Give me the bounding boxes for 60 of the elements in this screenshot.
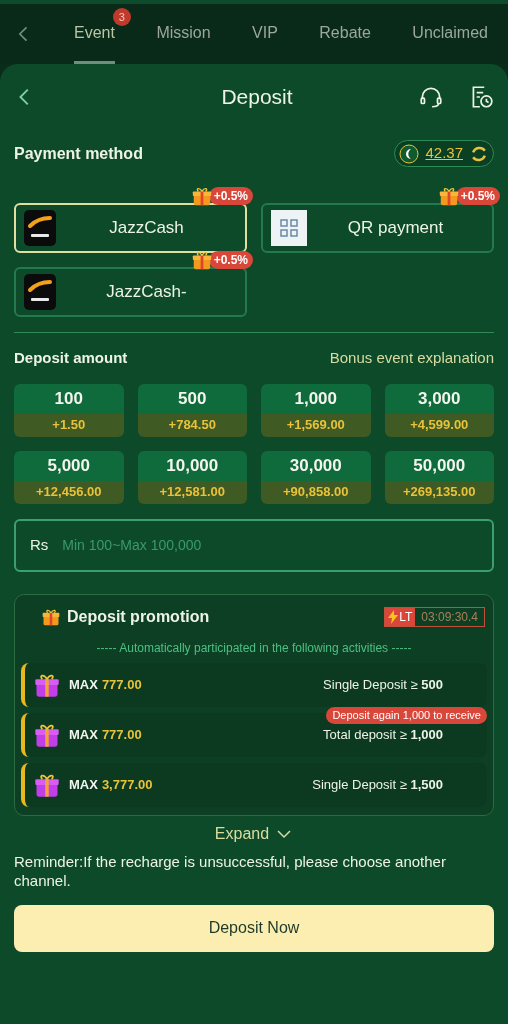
amount-bonus: +12,581.00 [159,483,225,502]
amount-value: 1,000 [294,387,337,410]
promotion-note: ----- Automatically participated in the following activities ----- [95,639,413,657]
deposit-now-button[interactable]: Deposit Now [14,904,494,952]
bonus-explanation-link[interactable]: Bonus event explanation [329,347,494,370]
amount-value: 50,000 [413,454,466,477]
category-tab[interactable]: VIP [252,4,278,64]
amount-bonus: +784.50 [168,416,216,435]
bonus-badge: +0.5% [455,187,500,205]
amount-value: 500 [178,387,207,410]
section-heading: Deposit amount [14,348,128,368]
method-name: JazzCash [108,217,185,240]
max-amount: 3,777.00 [101,775,154,794]
method-name: JazzCash- [105,281,188,304]
balance-amount: 42.37 [425,143,463,164]
max-label: MAX [69,775,98,794]
category-tab[interactable]: Rebate [319,4,371,64]
max-amount: 777.00 [101,725,143,744]
amount-input[interactable]: Min 100~Max 100,000 [62,534,478,556]
amount-bonus: +269,135.00 [402,483,476,502]
amount-bonus: +1,569.00 [286,416,345,435]
category-tab[interactable]: Unclaimed [412,4,488,64]
qr-code-icon [271,210,307,246]
deposit-condition: Single Deposit ≥ 1,500 [312,775,443,794]
amount-value: 30,000 [289,454,342,477]
payment-method-card[interactable]: JazzCash- [14,267,247,317]
gift-icon [190,185,213,207]
flag-icon [399,143,420,164]
max-label: MAX [69,725,98,744]
reminder-text: Reminder:If the recharge is unsuccessful, please choose another channel. [14,851,447,890]
wallet-logo-icon [24,210,56,246]
amount-bonus: +90,858.00 [283,483,349,502]
amount-value: 3,000 [417,387,461,410]
amount-value: 5,000 [47,454,90,477]
deposit-condition: Single Deposit ≥ 500 [323,675,443,694]
amount-value: 100 [54,387,83,410]
promotion-title: Deposit promotion [67,606,211,627]
category-tab[interactable]: Mission [156,4,211,64]
payment-method-card[interactable]: QR payment [261,203,494,253]
bonus-badge: +0.5% [208,251,253,269]
amount-bonus: +12,456.00 [36,483,102,502]
amount-bonus: +4,599.00 [410,416,469,435]
bonus-badge: +0.5% [208,187,253,205]
method-name: QR payment [346,217,445,240]
section-heading: Payment method [14,143,143,164]
gift-icon [190,249,213,271]
amount-bonus: +1.50 [52,416,86,435]
gift-icon [437,185,460,207]
timer-value: 03:09:30.4 [420,608,479,626]
lightning-icon [388,609,399,624]
amount-field[interactable]: Rs Min 100~Max 100,000 [14,518,494,572]
amount-value: 10,000 [166,454,219,477]
deposit-condition: Total deposit ≥ 1,000 [323,725,443,744]
page-title: Deposit [220,84,294,111]
wallet-logo-icon [24,274,56,310]
max-amount: 777.00 [101,675,143,694]
currency-label: Rs [30,534,49,555]
notification-badge: 3 [112,8,131,26]
expand-button[interactable]: Expand [214,821,294,846]
max-label: MAX [69,675,98,694]
